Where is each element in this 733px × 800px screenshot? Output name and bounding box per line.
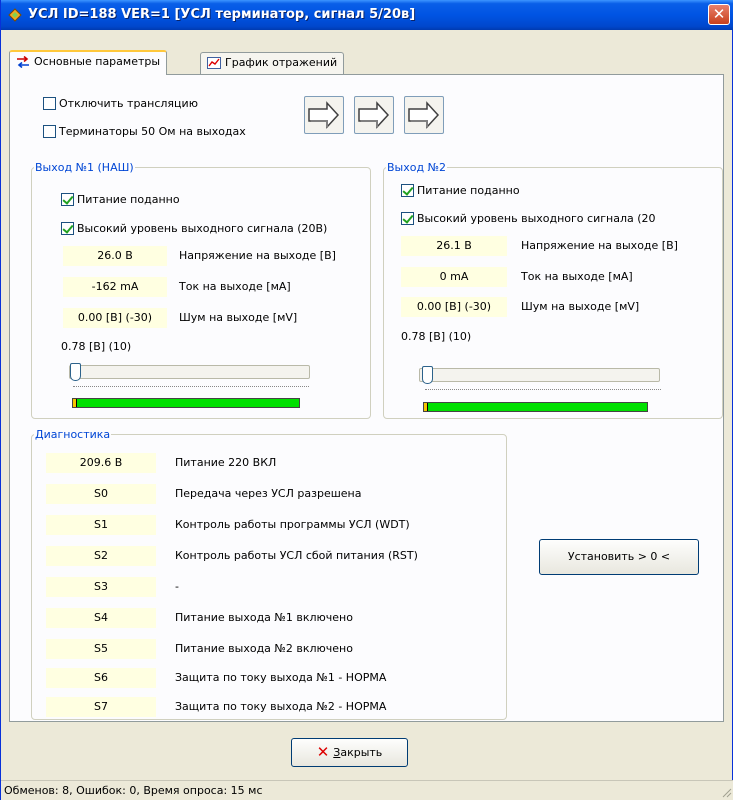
diag-code-3: S2	[46, 546, 156, 566]
window-close-button[interactable]: ✕	[708, 4, 730, 25]
checkbox-box	[43, 125, 56, 138]
diag-code-7: S6	[46, 668, 156, 688]
diag-text-1: Передача через УСЛ разрешена	[175, 487, 362, 500]
tab-reflection-chart-label: График отражений	[225, 56, 338, 69]
checkbox-box	[401, 184, 414, 197]
diag-text-8: Защита по току выхода №2 - НОРМА	[175, 700, 387, 713]
diag-text-0: Питание 220 ВКЛ	[175, 456, 277, 469]
set-zero-button[interactable]: Установить > 0 <	[539, 539, 699, 575]
checkbox-box	[61, 222, 74, 235]
diag-code-8: S7	[46, 697, 156, 717]
status-bar: Обменов: 8, Ошибок: 0, Время опроса: 15 …	[1, 780, 733, 800]
output1-noise-label: Шум на выходе [мV]	[179, 311, 298, 324]
diag-code-2: S1	[46, 515, 156, 535]
arrow-button-1[interactable]	[304, 96, 344, 134]
terminators-label: Терминаторы 50 Ом на выходах	[59, 125, 246, 138]
tab-main-params-label: Основные параметры	[34, 55, 161, 68]
output2-voltage-value: 26.1 В	[401, 236, 507, 256]
title-bar[interactable]: УСЛ ID=188 VER=1 [УСЛ терминатор, сигнал…	[1, 0, 733, 30]
output2-level-cursor	[424, 403, 428, 411]
output1-current-label: Ток на выходе [мА]	[179, 280, 291, 293]
output1-level-cursor	[73, 399, 77, 407]
output1-slider-thumb[interactable]	[70, 363, 81, 381]
terminators-checkbox[interactable]: Терминаторы 50 Ом на выходах	[43, 124, 246, 140]
window-title: УСЛ ID=188 VER=1 [УСЛ терминатор, сигнал…	[28, 7, 416, 22]
diag-text-7: Защита по току выхода №1 - НОРМА	[175, 671, 387, 684]
output2-high-level-checkbox[interactable]: Высокий уровень выходного сигнала (20	[401, 211, 656, 227]
output1-slider[interactable]	[69, 365, 310, 379]
output2-slider[interactable]	[419, 368, 660, 382]
checkbox-box	[401, 212, 414, 225]
diagnostics-legend: Диагностика	[35, 428, 111, 441]
right-arrow-icon	[358, 101, 390, 129]
output1-high-level-label: Высокий уровень выходного сигнала (20В)	[77, 222, 328, 235]
output2-noise-label: Шум на выходе [мV]	[521, 300, 640, 313]
diag-code-6: S5	[46, 639, 156, 659]
diag-text-3: Контроль работы УСЛ сбой питания (RST)	[175, 549, 418, 562]
output2-noise-value: 0.00 [В] (-30)	[401, 297, 507, 317]
diag-text-2: Контроль работы программы УСЛ (WDT)	[175, 518, 410, 531]
diag-code-0: 209.6 В	[46, 453, 156, 473]
output2-slider-ticks	[425, 389, 661, 392]
checkbox-box	[61, 193, 74, 206]
tab-strip: Основные параметры График отражений	[9, 50, 724, 75]
output1-level-bar	[72, 398, 300, 408]
disable-translation-label: Отключить трансляцию	[59, 97, 198, 110]
close-x-icon: ✕	[316, 743, 330, 761]
diag-text-6: Питание выхода №2 включено	[175, 642, 353, 655]
status-text: Обменов: 8, Ошибок: 0, Время опроса: 15 …	[4, 784, 263, 797]
arrow-button-2[interactable]	[354, 96, 394, 134]
output2-high-level-label: Высокий уровень выходного сигнала (20	[417, 212, 656, 225]
diag-code-5: S4	[46, 608, 156, 628]
output2-current-value: 0 mA	[401, 267, 507, 287]
output1-current-value: -162 mA	[63, 277, 167, 297]
output2-voltage-label: Напряжение на выходе [В]	[521, 239, 678, 252]
close-icon: ✕	[712, 5, 726, 23]
checkbox-box	[43, 97, 56, 110]
output2-level-bar	[423, 402, 648, 412]
output2-current-label: Ток на выходе [мА]	[521, 270, 633, 283]
output2-slider-thumb[interactable]	[422, 366, 433, 384]
output1-power-checkbox[interactable]: Питание поданно	[61, 192, 180, 208]
output1-power-label: Питание поданно	[77, 193, 180, 206]
diag-text-5: Питание выхода №1 включено	[175, 611, 353, 624]
output2-legend: Выход №2	[387, 161, 447, 174]
disable-translation-checkbox[interactable]: Отключить трансляцию	[43, 96, 198, 112]
diag-text-4: -	[175, 580, 179, 593]
chart-icon	[207, 57, 221, 69]
arrows-icon	[17, 56, 29, 68]
output1-level-text: 0.78 [В] (10)	[61, 340, 132, 353]
tab-reflection-chart[interactable]: График отражений	[200, 52, 345, 74]
close-label: акрыть	[340, 746, 383, 759]
output1-noise-value: 0.00 [В] (-30)	[63, 308, 167, 328]
right-arrow-icon	[308, 101, 340, 129]
output1-high-level-checkbox[interactable]: Высокий уровень выходного сигнала (20В)	[61, 221, 327, 237]
output1-voltage-value: 26.0 В	[63, 246, 167, 266]
tab-main-params[interactable]: Основные параметры	[9, 50, 168, 75]
resize-grip-icon[interactable]	[720, 786, 732, 798]
right-arrow-icon	[408, 101, 440, 129]
output2-level-text: 0.78 [В] (10)	[401, 330, 472, 343]
diag-code-4: S3	[46, 577, 156, 597]
output1-legend: Выход №1 (НАШ)	[35, 161, 134, 174]
arrow-button-3[interactable]	[404, 96, 444, 134]
output2-power-checkbox[interactable]: Питание поданно	[401, 183, 520, 199]
output2-power-label: Питание поданно	[417, 184, 520, 197]
close-button[interactable]: ✕ Закрыть	[291, 738, 408, 767]
output1-slider-ticks	[73, 386, 309, 389]
app-icon	[8, 8, 22, 22]
diag-code-1: S0	[46, 484, 156, 504]
dialog-window: УСЛ ID=188 VER=1 [УСЛ терминатор, сигнал…	[0, 0, 733, 800]
output1-voltage-label: Напряжение на выходе [В]	[179, 249, 336, 262]
